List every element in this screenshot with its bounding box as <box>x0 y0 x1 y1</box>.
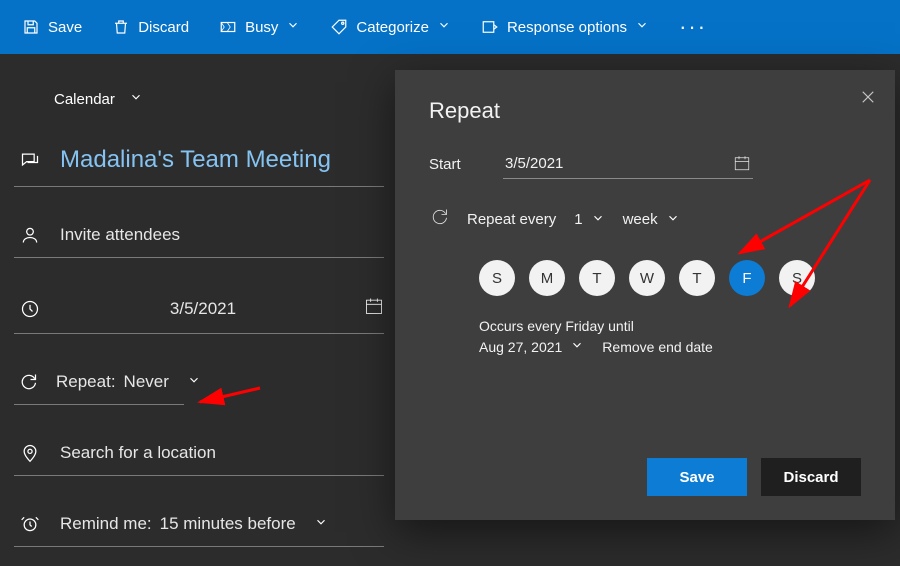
trash-icon <box>112 18 130 36</box>
busy-icon <box>219 18 237 36</box>
end-date-value: Aug 27, 2021 <box>479 339 562 355</box>
weekday-3[interactable]: W <box>629 260 665 296</box>
close-button[interactable] <box>859 88 877 111</box>
response-icon <box>481 18 499 36</box>
chevron-down-icon <box>437 18 451 36</box>
event-form: Calendar Madalina's Team Meeting Invite … <box>14 90 384 566</box>
location-row[interactable]: Search for a location <box>14 433 384 476</box>
reminder-label: Remind me: <box>60 514 152 534</box>
location-icon <box>18 443 42 463</box>
start-date-value: 3/5/2021 <box>505 155 563 172</box>
weekday-6[interactable]: S <box>779 260 815 296</box>
date-row[interactable]: 3/5/2021 <box>14 286 384 334</box>
calendar-icon[interactable] <box>733 154 751 172</box>
chevron-down-icon <box>286 18 300 36</box>
occurrence-summary: Occurs every Friday until Aug 27, 2021 R… <box>479 318 861 355</box>
start-row: Start 3/5/2021 <box>429 150 861 179</box>
repeat-every-label: Repeat every <box>467 211 556 228</box>
tag-icon <box>330 18 348 36</box>
repeat-modal: Repeat Start 3/5/2021 Repeat every 1 wee… <box>395 70 895 520</box>
categorize-dropdown[interactable]: Categorize <box>330 18 451 36</box>
clock-icon <box>18 299 42 319</box>
save-label: Save <box>48 19 82 36</box>
chat-icon <box>18 150 42 170</box>
chevron-down-icon <box>570 338 584 355</box>
more-commands-button[interactable]: ··· <box>679 14 707 40</box>
response-options-dropdown[interactable]: Response options <box>481 18 649 36</box>
repeat-icon <box>18 372 38 392</box>
calendar-icon[interactable] <box>364 296 384 321</box>
repeat-icon <box>429 207 449 232</box>
start-label: Start <box>429 156 479 173</box>
location-placeholder: Search for a location <box>60 443 216 463</box>
weekday-picker: SMTWTFS <box>479 260 861 296</box>
chevron-down-icon <box>666 211 680 229</box>
weekday-5[interactable]: F <box>729 260 765 296</box>
save-icon <box>22 18 40 36</box>
command-toolbar: Save Discard Busy Categorize Response op… <box>0 0 900 54</box>
categorize-label: Categorize <box>356 19 429 36</box>
attendees-row[interactable]: Invite attendees <box>14 215 384 258</box>
modal-discard-button[interactable]: Discard <box>761 458 861 496</box>
repeat-value: Never <box>124 372 169 392</box>
weekday-0[interactable]: S <box>479 260 515 296</box>
title-row[interactable]: Madalina's Team Meeting <box>14 136 384 187</box>
attendees-placeholder: Invite attendees <box>60 225 180 245</box>
weekday-1[interactable]: M <box>529 260 565 296</box>
date-value: 3/5/2021 <box>170 299 236 319</box>
chevron-down-icon <box>314 515 328 534</box>
response-label: Response options <box>507 19 627 36</box>
repeat-every-row: Repeat every 1 week <box>429 207 861 232</box>
repeat-row[interactable]: Repeat: Never <box>14 362 184 405</box>
start-date-input[interactable]: 3/5/2021 <box>503 150 753 179</box>
weekday-2[interactable]: T <box>579 260 615 296</box>
busy-label: Busy <box>245 19 278 36</box>
discard-button[interactable]: Discard <box>112 18 189 36</box>
remove-end-date-link[interactable]: Remove end date <box>602 339 713 355</box>
unit-dropdown[interactable]: week <box>623 211 680 229</box>
repeat-label: Repeat: <box>56 372 116 392</box>
interval-value: 1 <box>574 211 582 228</box>
calendar-selector-label: Calendar <box>54 91 115 108</box>
busy-dropdown[interactable]: Busy <box>219 18 300 36</box>
person-icon <box>18 225 42 245</box>
reminder-value: 15 minutes before <box>160 514 296 534</box>
chevron-down-icon <box>187 373 201 392</box>
save-button[interactable]: Save <box>22 18 82 36</box>
occurs-text: Occurs every Friday until <box>479 318 861 334</box>
chevron-down-icon <box>591 211 605 229</box>
event-title: Madalina's Team Meeting <box>60 146 331 174</box>
chevron-down-icon <box>129 90 143 108</box>
chevron-down-icon <box>635 18 649 36</box>
end-date-dropdown[interactable]: Aug 27, 2021 <box>479 338 584 355</box>
modal-save-button[interactable]: Save <box>647 458 747 496</box>
discard-label: Discard <box>138 19 189 36</box>
reminder-row[interactable]: Remind me: 15 minutes before <box>14 504 384 547</box>
modal-buttons: Save Discard <box>647 458 861 496</box>
unit-value: week <box>623 211 658 228</box>
alarm-icon <box>18 514 42 534</box>
weekday-4[interactable]: T <box>679 260 715 296</box>
interval-dropdown[interactable]: 1 <box>574 211 604 229</box>
calendar-selector[interactable]: Calendar <box>14 90 384 108</box>
modal-title: Repeat <box>429 98 861 124</box>
